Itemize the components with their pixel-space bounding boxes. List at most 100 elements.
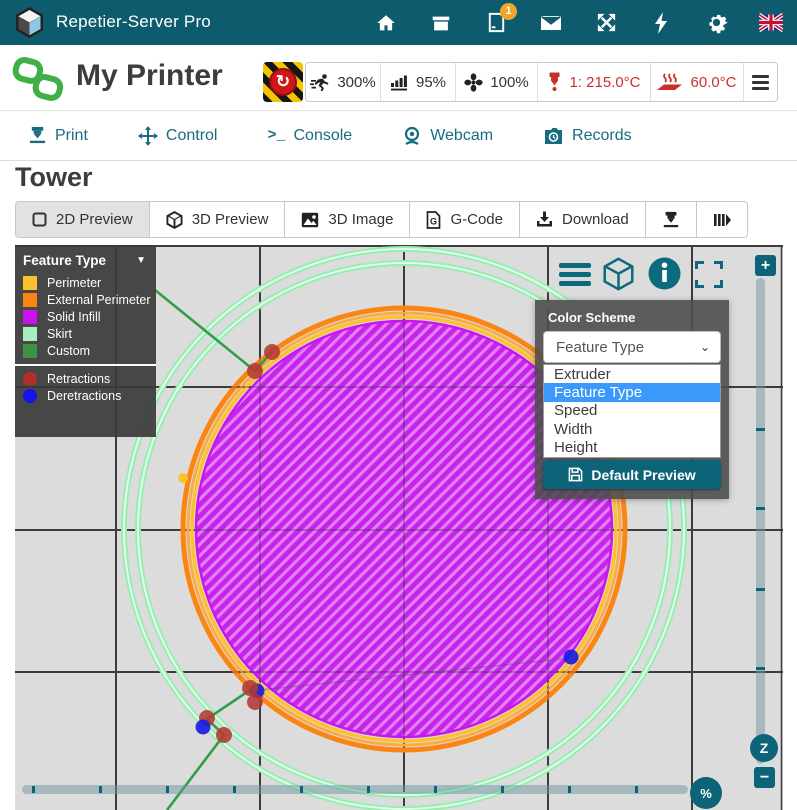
fullscreen-brackets-icon — [695, 261, 723, 288]
option-height[interactable]: Height — [544, 439, 720, 457]
preview-info-button[interactable] — [647, 256, 681, 290]
tab-label: Print — [55, 127, 88, 145]
layers-play-icon — [713, 212, 731, 228]
retractions-marker — [23, 372, 37, 386]
download-button[interactable]: Download — [520, 201, 646, 238]
mail-icon[interactable] — [539, 11, 563, 35]
view-3d-image-button[interactable]: 3D Image — [285, 201, 410, 238]
chevron-down-icon: ▼ — [136, 255, 146, 266]
menu-icon — [752, 75, 769, 90]
percent-mode-button[interactable]: % — [690, 777, 722, 809]
vertical-zoom-slider[interactable] — [756, 278, 765, 764]
color-scheme-select[interactable]: Feature Type ⌄ — [543, 331, 721, 363]
view-mode-buttons: 2D Preview 3D Preview 3D Image G G-Code … — [15, 201, 748, 238]
fullscreen-arrows-icon[interactable] — [594, 11, 618, 35]
flow-setting[interactable]: 95% — [381, 63, 456, 101]
home-icon[interactable] — [374, 11, 398, 35]
records-camera-icon — [543, 127, 564, 145]
option-extruder[interactable]: Extruder — [544, 365, 720, 383]
legend-label: Solid Infill — [47, 310, 101, 324]
print-file-button[interactable] — [646, 201, 697, 238]
view-button-label: 3D Preview — [192, 211, 269, 228]
preview-3d-toggle-button[interactable] — [601, 257, 635, 291]
bed-temp[interactable]: 60.0°C — [651, 63, 744, 101]
save-icon — [568, 467, 583, 482]
view-3d-preview-button[interactable]: 3D Preview — [150, 201, 286, 238]
cube-wireframe-icon — [602, 257, 635, 291]
print-nozzle-icon — [28, 126, 47, 145]
preview-fullscreen-button[interactable] — [694, 260, 724, 289]
legend-item: Deretractions — [15, 387, 156, 404]
custom-swatch — [23, 344, 37, 358]
fan-value: 100% — [490, 74, 528, 91]
chevron-down-icon: ⌄ — [700, 340, 710, 354]
square-2d-icon — [32, 212, 47, 227]
tab-records[interactable]: Records — [543, 127, 632, 145]
gcode-2d-preview-canvas[interactable]: Feature Type ▼ Perimeter External Perime… — [15, 245, 783, 810]
fan-setting[interactable]: 100% — [456, 63, 538, 101]
power-bolt-icon[interactable] — [649, 11, 673, 35]
gcode-file-icon: G — [426, 211, 441, 229]
default-preview-label: Default Preview — [591, 467, 695, 483]
selected-option: Feature Type — [556, 339, 644, 356]
printer-menu-button[interactable] — [744, 63, 777, 101]
settings-gear-icon[interactable] — [704, 11, 728, 35]
option-speed[interactable]: Speed — [544, 402, 720, 420]
legend-divider — [15, 364, 156, 366]
layer-animation-button[interactable] — [697, 201, 748, 238]
tab-label: Control — [166, 127, 218, 145]
legend-label: Skirt — [47, 327, 72, 341]
view-button-label: 3D Image — [328, 211, 393, 228]
tab-print[interactable]: Print — [28, 126, 88, 145]
info-icon — [648, 257, 681, 290]
printer-name: My Printer — [76, 59, 223, 93]
move-arrows-icon — [138, 126, 158, 146]
z-axis-button[interactable]: Z — [750, 734, 778, 762]
solid-infill-swatch — [23, 310, 37, 324]
option-feature-type[interactable]: Feature Type — [544, 383, 720, 401]
zoom-out-button[interactable]: − — [754, 767, 775, 788]
color-scheme-dropdown: Extruder Feature Type Speed Width Height — [543, 364, 721, 458]
preview-menu-button[interactable] — [558, 260, 592, 288]
horizontal-layer-slider[interactable] — [22, 785, 688, 794]
legend-item: Retractions — [15, 370, 156, 387]
legend-item: Solid Infill — [15, 308, 156, 325]
bed-temp-value: 60.0°C — [690, 74, 736, 91]
repetier-logo-icon[interactable] — [13, 6, 46, 44]
legend-label: Deretractions — [47, 389, 121, 403]
extruder-temp[interactable]: 1: 215.0°C — [538, 63, 651, 101]
gcode-file-title: Tower — [15, 162, 93, 193]
legend-label: External Perimeter — [47, 293, 151, 307]
view-2d-preview-button[interactable]: 2D Preview — [15, 201, 150, 238]
archive-icon[interactable] — [429, 11, 453, 35]
tab-label: Webcam — [430, 127, 493, 145]
view-button-label: Download — [562, 211, 629, 228]
option-width[interactable]: Width — [544, 420, 720, 438]
seam-notch — [178, 473, 188, 483]
default-preview-button[interactable]: Default Preview — [543, 460, 721, 489]
cube-3d-icon — [166, 211, 183, 229]
emergency-stop-icon: ↻ — [269, 68, 297, 96]
tab-console[interactable]: >_ Console — [267, 127, 352, 145]
tab-webcam[interactable]: Webcam — [402, 126, 493, 146]
emergency-stop-button[interactable]: ↻ — [263, 62, 303, 102]
speed-setting[interactable]: 300% — [306, 63, 381, 101]
top-navbar: Repetier-Server Pro 1 — [0, 0, 797, 45]
print-queue-icon[interactable]: 1 — [484, 11, 508, 35]
printer-stats-bar: 300% 95% 100% 1: 215.0°C 60.0°C — [305, 62, 778, 102]
tab-label: Records — [572, 127, 632, 145]
legend-header[interactable]: Feature Type ▼ — [15, 245, 156, 274]
tab-control[interactable]: Control — [138, 126, 218, 146]
view-gcode-button[interactable]: G G-Code — [410, 201, 520, 238]
extruder-temp-value: 1: 215.0°C — [569, 74, 640, 91]
app-title: Repetier-Server Pro — [56, 12, 211, 32]
svg-text:G: G — [430, 216, 437, 226]
legend-label: Custom — [47, 344, 90, 358]
legend-item: Custom — [15, 343, 156, 360]
language-flag-icon[interactable] — [759, 11, 783, 35]
fan-icon — [464, 73, 483, 92]
legend-item: Perimeter — [15, 274, 156, 291]
printer-link-icon[interactable] — [12, 55, 64, 108]
zoom-in-button[interactable]: + — [755, 255, 776, 276]
printer-tabs: Print Control >_ Console Webcam Records — [0, 111, 797, 161]
